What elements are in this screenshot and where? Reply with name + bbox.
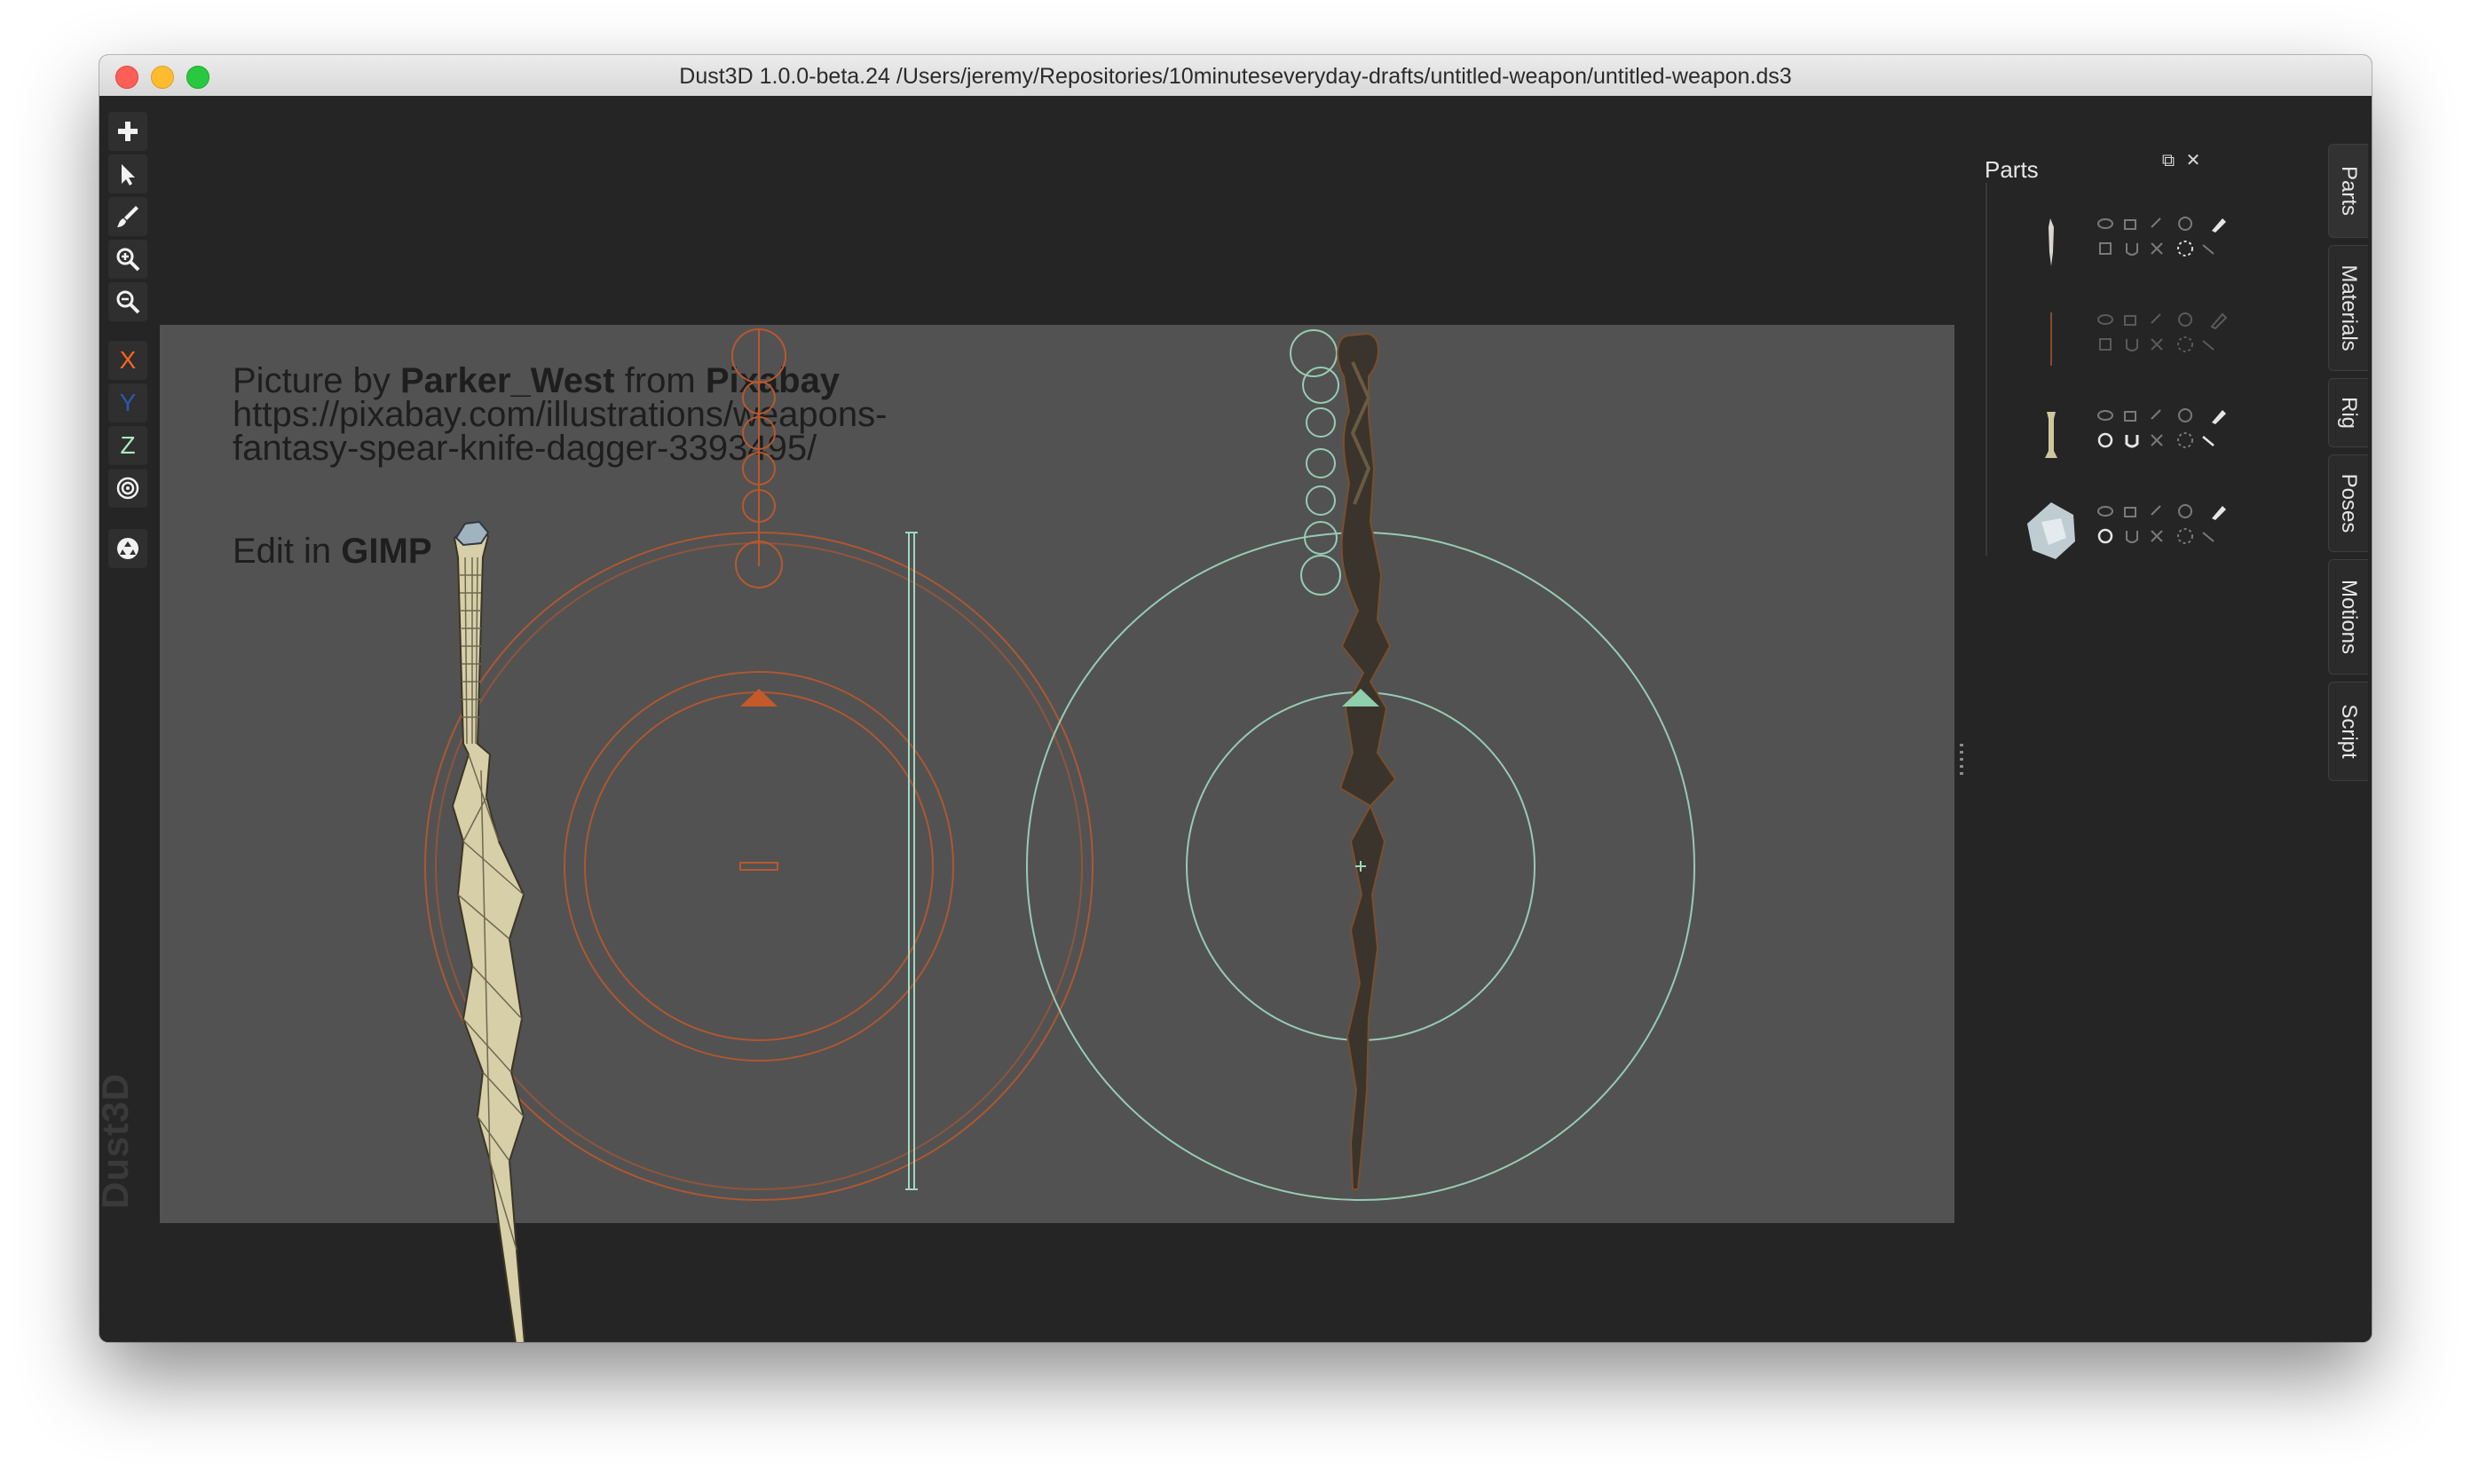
y-axis-toggle[interactable]: Y [108,383,147,422]
part-row[interactable] [1986,490,2253,579]
parts-panel: Parts ⧉ ✕ [1972,96,2325,1342]
reference-dagger [1337,332,1397,1190]
recycle-icon[interactable] [108,529,147,568]
model-preview[interactable] [451,520,527,1342]
part-toggle-icons[interactable] [2093,309,2244,371]
tab-parts[interactable]: Parts [2328,144,2368,238]
tab-rig[interactable]: Rig [2328,378,2368,447]
side-tabs: Parts Materials Rig Poses Motions Script [2325,96,2372,1342]
part-row[interactable] [1986,394,2253,483]
restore-panel-button[interactable]: ⧉ [2159,151,2178,170]
dust3d-watermark: Dust3D [99,1072,136,1209]
polyhedron-thumb-icon [2027,502,2075,559]
z-axis-toggle[interactable]: Z [108,426,147,465]
front-view-guides [424,328,1093,1201]
tab-motions[interactable]: Motions [2328,559,2368,675]
canvas-overlay [424,328,1695,1342]
front-origin-marker[interactable] [740,689,778,706]
tab-materials[interactable]: Materials [2328,245,2368,371]
zoom-out-icon[interactable] [108,282,147,321]
app-window: Dust3D 1.0.0-beta.24 /Users/jeremy/Repos… [99,55,2372,1342]
tab-motions-label: Motions [2337,579,2361,655]
close-panel-button[interactable]: ✕ [2183,151,2203,170]
tab-script[interactable]: Script [2328,682,2368,781]
part-toggle-icons[interactable] [2093,501,2244,563]
select-pointer-icon[interactable] [108,154,147,193]
zoom-in-icon[interactable] [108,240,147,279]
tab-poses-label: Poses [2337,473,2361,533]
x-axis-toggle[interactable]: X [108,341,147,380]
window-title: Dust3D 1.0.0-beta.24 /Users/jeremy/Repos… [679,64,1792,89]
model-canvas[interactable]: Picture by Parker_West from Pixabay http… [99,96,1972,1342]
side-view-guide [905,532,918,1190]
part-row[interactable] [1986,298,2253,387]
panel-splitter[interactable] [1960,744,1963,779]
tab-parts-label: Parts [2337,165,2361,217]
part-row[interactable] [1986,202,2253,291]
blade-thumb-icon [2049,218,2054,266]
tab-rig-label: Rig [2337,396,2361,430]
thin-part-thumb-icon [2050,312,2052,366]
part-toggle-icons[interactable] [2093,213,2244,275]
bone-grip-thumb-icon [2045,412,2057,458]
radial-center-icon[interactable] [108,469,147,508]
part-toggle-icons[interactable] [2093,405,2244,467]
tab-poses[interactable]: Poses [2328,454,2368,552]
title-bar: Dust3D 1.0.0-beta.24 /Users/jeremy/Repos… [99,55,2372,97]
tab-script-label: Script [2337,704,2361,759]
tab-materials-label: Materials [2337,264,2361,351]
paint-brush-icon[interactable] [108,197,147,236]
parts-panel-title: Parts [1985,156,2039,183]
add-icon[interactable] [108,112,147,151]
